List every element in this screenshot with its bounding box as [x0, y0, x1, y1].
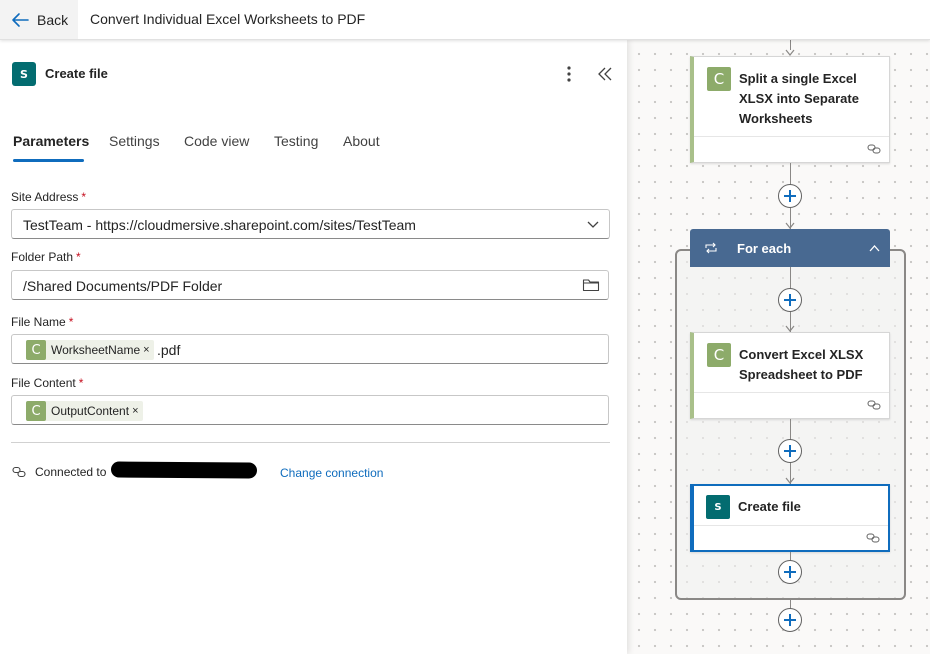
- link-icon: [12, 466, 26, 478]
- output-content-token[interactable]: C OutputContent ×: [26, 401, 143, 421]
- top-bar: Back Convert Individual Excel Worksheets…: [0, 0, 930, 40]
- folder-icon[interactable]: [582, 277, 600, 293]
- token-label: OutputContent: [51, 404, 130, 418]
- site-address-dropdown[interactable]: TestTeam - https://cloudmersive.sharepoi…: [11, 209, 610, 239]
- chevron-up-icon[interactable]: [869, 244, 880, 252]
- link-icon: [867, 400, 881, 410]
- link-icon: [866, 533, 880, 543]
- cloudmersive-icon: C: [26, 401, 46, 421]
- arrowhead: [785, 325, 795, 332]
- arrowhead: [785, 477, 795, 484]
- token-label: WorksheetName: [51, 343, 141, 357]
- flow-title: Convert Individual Excel Worksheets to P…: [90, 11, 366, 27]
- panel-title: Create file: [45, 66, 108, 81]
- collapse-panel-icon[interactable]: [596, 65, 614, 83]
- add-action-button[interactable]: [778, 439, 802, 463]
- redacted-account: [110, 461, 258, 479]
- foreach-title: For each: [737, 241, 792, 256]
- divider: [11, 442, 610, 443]
- back-label: Back: [37, 11, 69, 28]
- connected-to-label: Connected to: [35, 465, 107, 479]
- active-tab-indicator: [13, 159, 84, 162]
- tab-code-view[interactable]: Code view: [184, 133, 249, 149]
- tab-settings[interactable]: Settings: [109, 133, 160, 149]
- folder-path-input[interactable]: /Shared Documents/PDF Folder: [11, 270, 609, 300]
- remove-token-icon[interactable]: ×: [132, 405, 138, 417]
- tab-testing[interactable]: Testing: [274, 133, 318, 149]
- file-name-label: File Name *: [11, 315, 74, 329]
- link-icon: [867, 144, 881, 154]
- action-card-convert-xlsx-to-pdf[interactable]: C Convert Excel XLSX Spreadsheet to PDF: [690, 332, 890, 419]
- add-action-button[interactable]: [778, 560, 802, 584]
- action-card-create-file[interactable]: S Create file: [690, 484, 890, 552]
- action-details-panel: S Create file Parameters Settings Code v…: [0, 40, 627, 654]
- site-address-value: TestTeam - https://cloudmersive.sharepoi…: [23, 217, 416, 233]
- chevron-down-icon[interactable]: [587, 219, 599, 229]
- action-card-split-xlsx[interactable]: C Split a single Excel XLSX into Separat…: [690, 56, 890, 163]
- cloudmersive-icon: C: [26, 340, 46, 360]
- arrowhead: [785, 49, 795, 56]
- card-title: Convert Excel XLSX Spreadsheet to PDF: [739, 347, 864, 382]
- card-title: Split a single Excel XLSX into Separate …: [739, 71, 859, 126]
- card-title: Create file: [738, 499, 801, 514]
- remove-token-icon[interactable]: ×: [143, 344, 149, 356]
- site-address-label: Site Address *: [11, 190, 87, 204]
- folder-path-label: Folder Path *: [11, 250, 81, 264]
- file-content-label: File Content *: [11, 376, 84, 390]
- tab-about[interactable]: About: [343, 133, 380, 149]
- loop-icon: [705, 242, 717, 254]
- arrow-left-icon: [12, 12, 29, 27]
- file-content-input[interactable]: C OutputContent ×: [11, 395, 609, 425]
- add-action-button[interactable]: [778, 608, 802, 632]
- worksheet-name-token[interactable]: C WorksheetName ×: [26, 340, 154, 360]
- back-button[interactable]: Back: [0, 0, 78, 39]
- sharepoint-icon: S: [706, 495, 730, 519]
- add-action-button[interactable]: [778, 288, 802, 312]
- arrowhead: [785, 222, 795, 229]
- more-options-icon[interactable]: [560, 64, 578, 84]
- designer-canvas[interactable]: C Split a single Excel XLSX into Separat…: [627, 40, 930, 654]
- tab-parameters[interactable]: Parameters: [13, 133, 89, 149]
- file-name-suffix: .pdf: [157, 342, 181, 358]
- cloudmersive-icon: C: [707, 343, 731, 367]
- cloudmersive-icon: C: [707, 67, 731, 91]
- add-action-button[interactable]: [778, 184, 802, 208]
- change-connection-link[interactable]: Change connection: [280, 466, 383, 480]
- folder-path-value: /Shared Documents/PDF Folder: [23, 278, 223, 294]
- sharepoint-icon: S: [12, 62, 36, 86]
- foreach-header[interactable]: For each: [690, 229, 890, 267]
- file-name-input[interactable]: C WorksheetName × .pdf: [11, 334, 609, 364]
